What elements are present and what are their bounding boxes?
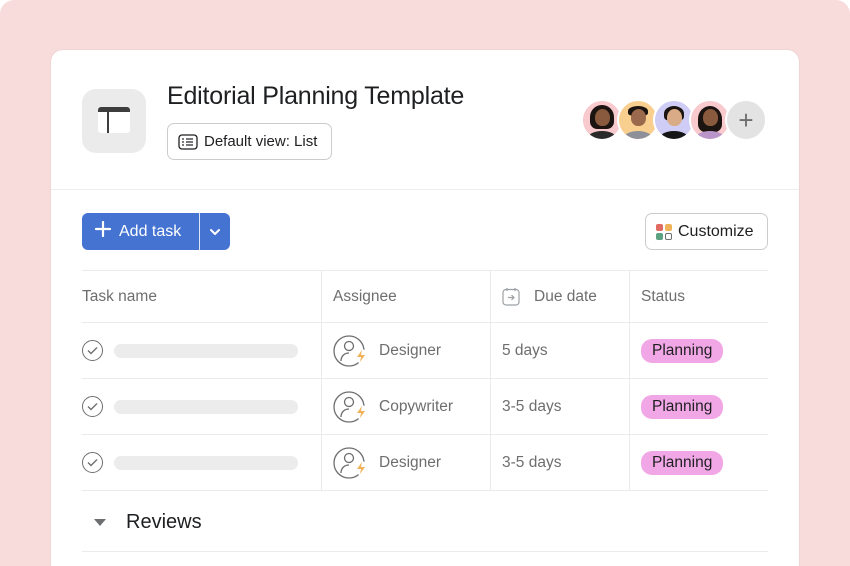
add-task-button-group: Add task xyxy=(82,213,230,250)
project-card: Editorial Planning Template Default view… xyxy=(51,50,799,566)
table-header-row: Task name Assignee Due date Status xyxy=(82,270,768,323)
assignee-cell[interactable]: Designer xyxy=(322,323,491,378)
due-date-cell[interactable]: 5 days xyxy=(491,323,630,378)
task-name-placeholder xyxy=(114,399,298,414)
table-row[interactable]: Designer 3-5 days Planning xyxy=(82,435,768,491)
column-header-status[interactable]: Status xyxy=(630,271,768,322)
assignee-label: Copywriter xyxy=(379,397,454,415)
member-avatars: + xyxy=(581,99,767,141)
plus-icon: + xyxy=(738,104,754,135)
column-header-due-date[interactable]: Due date xyxy=(491,271,630,322)
page-title: Editorial Planning Template xyxy=(167,82,465,110)
status-cell[interactable]: Planning xyxy=(630,379,768,434)
status-cell[interactable]: Planning xyxy=(630,323,768,378)
due-date-value: 5 days xyxy=(502,341,548,359)
add-member-button[interactable]: + xyxy=(725,99,767,141)
customize-button[interactable]: Customize xyxy=(645,213,768,250)
due-date-cell[interactable]: 3-5 days xyxy=(491,379,630,434)
plus-icon xyxy=(94,220,112,242)
task-name-cell[interactable] xyxy=(82,379,322,434)
customize-label: Customize xyxy=(678,222,754,240)
complete-checkmark-icon[interactable] xyxy=(82,396,103,417)
assignee-label: Designer xyxy=(379,341,442,359)
table-row[interactable]: Copywriter 3-5 days Planning xyxy=(82,379,768,435)
collapse-triangle-icon[interactable] xyxy=(94,518,106,526)
role-assignee-icon xyxy=(333,390,368,424)
status-badge[interactable]: Planning xyxy=(641,450,724,475)
role-assignee-icon xyxy=(333,334,368,368)
complete-checkmark-icon[interactable] xyxy=(82,452,103,473)
customize-grid-icon xyxy=(656,223,672,240)
status-cell[interactable]: Planning xyxy=(630,435,768,490)
project-header: Editorial Planning Template Default view… xyxy=(51,50,799,190)
status-badge[interactable]: Planning xyxy=(641,338,724,363)
add-task-dropdown-button[interactable] xyxy=(200,213,230,250)
column-header-assignee[interactable]: Assignee xyxy=(322,271,491,322)
list-icon xyxy=(178,133,198,150)
status-badge[interactable]: Planning xyxy=(641,394,724,419)
board-layout-icon xyxy=(82,89,146,153)
section-reviews: Reviews xyxy=(82,493,768,552)
column-label: Task name xyxy=(82,287,157,305)
table-row[interactable]: Designer 5 days Planning xyxy=(82,323,768,379)
task-name-cell[interactable] xyxy=(82,323,322,378)
complete-checkmark-icon[interactable] xyxy=(82,340,103,361)
task-name-placeholder xyxy=(114,343,298,358)
default-view-label: Default view: List xyxy=(204,133,318,150)
column-header-task-name[interactable]: Task name xyxy=(82,271,322,322)
task-name-cell[interactable] xyxy=(82,435,322,490)
add-task-label: Add task xyxy=(119,222,182,240)
task-table: Task name Assignee Due date Status Desig… xyxy=(82,270,768,491)
due-date-value: 3-5 days xyxy=(502,397,562,415)
column-label: Status xyxy=(641,287,685,305)
assignee-cell[interactable]: Copywriter xyxy=(322,379,491,434)
add-task-button[interactable]: Add task xyxy=(82,213,199,250)
due-date-value: 3-5 days xyxy=(502,453,562,471)
assignee-cell[interactable]: Designer xyxy=(322,435,491,490)
assignee-label: Designer xyxy=(379,453,442,471)
calendar-arrow-icon xyxy=(502,287,520,306)
due-date-cell[interactable]: 3-5 days xyxy=(491,435,630,490)
role-assignee-icon xyxy=(333,446,368,480)
task-name-placeholder xyxy=(114,455,298,470)
column-label: Assignee xyxy=(333,287,397,305)
chevron-down-icon xyxy=(209,223,221,241)
default-view-button[interactable]: Default view: List xyxy=(167,123,333,160)
column-label: Due date xyxy=(534,287,597,305)
section-title[interactable]: Reviews xyxy=(126,511,202,534)
